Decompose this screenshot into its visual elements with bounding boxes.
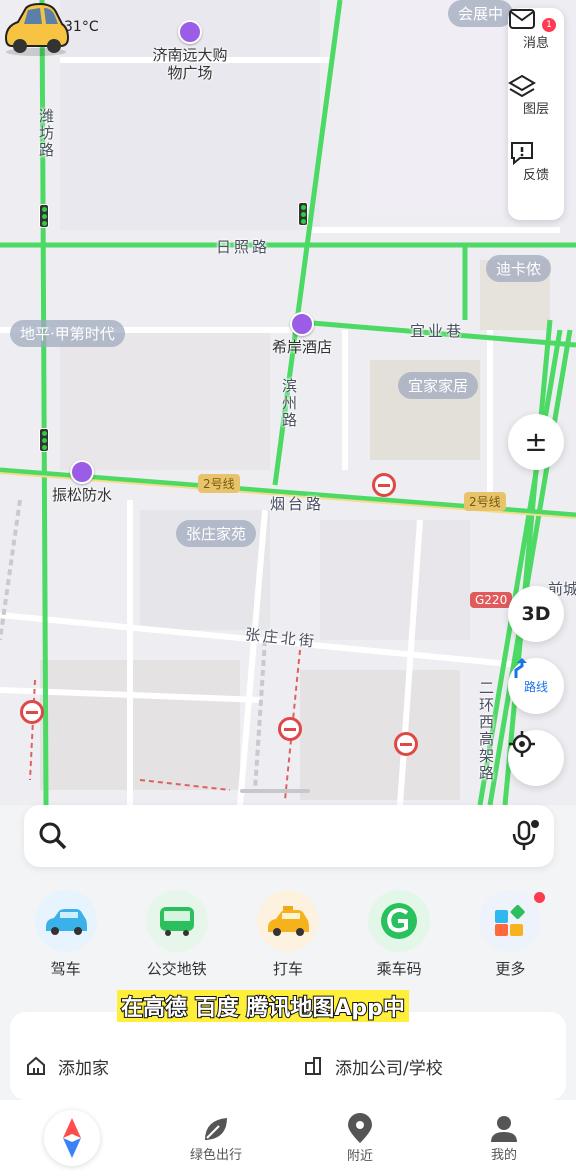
locate-button[interactable] [508, 730, 564, 786]
no-entry-icon [20, 700, 44, 724]
hotel-pin-icon [290, 312, 314, 336]
add-work-button[interactable]: 添加公司/学校 [273, 1054, 550, 1079]
compass-icon [44, 1110, 100, 1166]
search-input[interactable] [80, 826, 510, 846]
quick-action-label: 更多 [495, 960, 526, 978]
voice-microphone-icon[interactable] [510, 819, 540, 853]
poi-label: 济南远大购物广场 [152, 46, 228, 82]
3d-label: 3D [521, 603, 551, 625]
feedback-icon [511, 142, 533, 166]
no-entry-icon [372, 473, 396, 497]
layers-label: 图层 [522, 101, 549, 117]
quick-action-taxi[interactable]: 打车 [243, 890, 333, 979]
sheet-drag-handle[interactable] [240, 789, 310, 793]
search-bar[interactable] [24, 805, 554, 867]
poi-waterproof[interactable]: 振松防水 [52, 460, 112, 504]
no-entry-icon [278, 717, 302, 741]
road-label: 宜业巷 [410, 322, 465, 340]
area-chip[interactable]: 宜家家居 [398, 372, 479, 399]
traffic-light-icon [39, 428, 49, 452]
traffic-light-icon [39, 204, 49, 228]
ride-code-icon [368, 890, 431, 952]
route-label: 路线 [523, 679, 548, 694]
video-caption: 在高德 百度 腾讯地图App中 [117, 990, 409, 1022]
car-icon [34, 890, 97, 952]
quick-action-drive[interactable]: 驾车 [21, 890, 111, 979]
map-view[interactable]: 潍坊路 日照路 滨州路 宜业巷 烟台路 张庄北街 二环西高架路 济南远大购物广场… [0, 0, 576, 805]
3d-toggle-button[interactable]: 3D [508, 586, 564, 642]
route-button[interactable]: 路线 [508, 658, 564, 714]
area-chip[interactable]: 迪卡侬 [486, 255, 552, 282]
road-label: 日照路 [216, 238, 271, 256]
road-label: 二环西高架路 [477, 680, 495, 782]
nav-label: 附近 [346, 1148, 373, 1164]
shop-pin-icon [70, 460, 94, 484]
bottom-nav: 绿色出行 附近 我的 [0, 1100, 576, 1176]
quick-action-more[interactable]: 更多 [465, 890, 555, 979]
car-avatar-icon[interactable] [0, 0, 70, 56]
add-home-label: 添加家 [58, 1058, 109, 1079]
metro-line-badge: 2号线 [464, 492, 506, 511]
zoom-icon: ± [524, 425, 548, 458]
favorites-card: 添加家 添加公司/学校 [10, 1012, 566, 1100]
location-pin-icon [348, 1112, 372, 1143]
home-icon [27, 1056, 45, 1075]
mall-pin-icon [178, 20, 202, 44]
area-chip[interactable]: 会展中 [448, 0, 514, 27]
messages-button[interactable]: 1 消息 [508, 8, 564, 74]
highway-badge: G220 [470, 592, 513, 608]
nav-label: 我的 [490, 1147, 517, 1163]
feedback-label: 反馈 [522, 167, 549, 183]
quick-action-label: 驾车 [50, 960, 81, 978]
quick-action-label: 公交地铁 [146, 960, 207, 978]
nav-home[interactable] [22, 1110, 122, 1166]
building-icon [305, 1057, 321, 1075]
nav-nearby[interactable]: 附近 [310, 1112, 410, 1164]
road-label: 潍坊路 [37, 108, 55, 159]
nav-label: 绿色出行 [189, 1147, 242, 1163]
bus-icon [145, 890, 208, 952]
traffic-light-icon [298, 202, 308, 226]
no-entry-icon [394, 732, 418, 756]
route-arrow-icon [514, 658, 527, 678]
more-icon [479, 890, 542, 952]
poi-label: 振松防水 [52, 486, 113, 504]
nav-green-travel[interactable]: 绿色出行 [166, 1114, 266, 1163]
leaf-icon [205, 1117, 227, 1140]
mail-icon [509, 9, 535, 29]
taxi-icon [256, 890, 319, 952]
area-chip[interactable]: 张庄家苑 [176, 520, 257, 547]
metro-line-badge: 2号线 [198, 474, 240, 493]
quick-action-label: 打车 [272, 960, 303, 978]
quick-action-transit[interactable]: 公交地铁 [132, 890, 222, 979]
add-home-button[interactable]: 添加家 [26, 1054, 273, 1079]
road-label: 滨州路 [280, 378, 298, 429]
user-icon [491, 1115, 517, 1142]
messages-label: 消息 [522, 35, 549, 51]
feedback-button[interactable]: 反馈 [508, 140, 564, 206]
add-work-label: 添加公司/学校 [335, 1058, 443, 1079]
layers-icon [508, 74, 536, 98]
notification-dot [534, 892, 546, 903]
quick-action-label: 乘车码 [376, 960, 422, 978]
zoom-button[interactable]: ± [508, 414, 564, 470]
quick-actions: 驾车 公交地铁 打车 乘车码 更多 [0, 890, 576, 979]
quick-action-ride-code[interactable]: 乘车码 [354, 890, 444, 979]
layers-button[interactable]: 图层 [508, 74, 564, 140]
poi-label: 希岸酒店 [272, 338, 333, 356]
locate-icon [509, 731, 535, 757]
message-count-badge: 1 [542, 18, 556, 32]
poi-hotel[interactable]: 希岸酒店 [272, 312, 332, 356]
search-icon [39, 822, 67, 850]
road-label: 烟台路 [270, 495, 325, 513]
nav-me[interactable]: 我的 [454, 1114, 554, 1163]
map-side-panel: 1 消息 图层 反馈 [508, 8, 564, 220]
area-chip[interactable]: 地平·甲第时代 [10, 320, 125, 347]
poi-shopping-mall[interactable]: 济南远大购物广场 [150, 20, 230, 82]
